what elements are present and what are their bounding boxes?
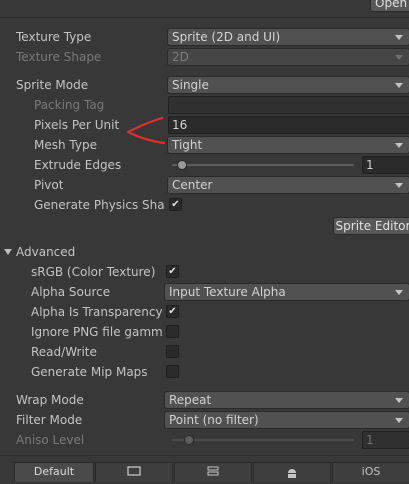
tab-standalone[interactable]	[95, 462, 173, 482]
advanced-foldout-label[interactable]: Advanced	[16, 244, 75, 260]
mesh-type-dropdown[interactable]: Tight	[167, 136, 409, 154]
extrude-edges-label: Extrude Edges	[34, 158, 122, 172]
sprite-mode-dropdown[interactable]: Single	[167, 76, 409, 94]
chevron-down-icon	[395, 183, 403, 188]
filter-mode-label: Filter Mode	[16, 413, 83, 427]
sprite-mode-label: Sprite Mode	[16, 78, 89, 92]
header-separator	[0, 17, 409, 18]
extrude-edges-input[interactable]: 1	[362, 156, 409, 174]
aniso-level-slider-track	[172, 439, 354, 441]
aniso-level-input: 1	[362, 431, 409, 449]
pixels-per-unit-input[interactable]: 16	[168, 116, 409, 134]
platform-separator	[0, 455, 409, 456]
mesh-type-label: Mesh Type	[34, 138, 97, 152]
texture-shape-dropdown: 2D	[167, 48, 409, 66]
chevron-down-icon	[395, 290, 403, 295]
wrap-mode-value: Repeat	[169, 393, 212, 407]
tab-default-label: Default	[33, 465, 75, 478]
ignore-png-gamma-label: Ignore PNG file gamma	[31, 325, 162, 339]
ignore-png-gamma-checkbox[interactable]	[166, 325, 179, 338]
tab-ios-label: iOS	[361, 465, 381, 478]
sprite-editor-button[interactable]: Sprite Editor	[333, 217, 409, 235]
mesh-type-value: Tight	[172, 138, 203, 152]
server-icon	[207, 466, 219, 476]
srgb-checkbox[interactable]: ✔	[166, 265, 179, 278]
wrap-mode-label: Wrap Mode	[16, 393, 84, 407]
aniso-level-label: Aniso Level	[16, 433, 85, 447]
chevron-down-icon	[395, 418, 403, 423]
chevron-down-icon	[395, 83, 403, 88]
chevron-down-icon	[395, 398, 403, 403]
chevron-down-icon	[395, 55, 403, 60]
alpha-source-label: Alpha Source	[31, 285, 111, 299]
red-annotation-mark	[126, 116, 166, 145]
alpha-source-value: Input Texture Alpha	[169, 285, 286, 299]
sprite-mode-value: Single	[172, 78, 209, 92]
pixels-per-unit-label: Pixels Per Unit	[34, 118, 120, 132]
texture-type-label: Texture Type	[16, 30, 92, 44]
android-icon	[288, 469, 296, 478]
wrap-mode-dropdown[interactable]: Repeat	[164, 391, 409, 409]
texture-type-value: Sprite (2D and UI)	[172, 30, 281, 44]
filter-mode-value: Point (no filter)	[169, 413, 259, 427]
alpha-source-dropdown[interactable]: Input Texture Alpha	[164, 283, 409, 301]
pivot-label: Pivot	[34, 178, 64, 192]
generate-physics-shape-checkbox[interactable]: ✔	[169, 198, 182, 211]
tab-android[interactable]	[253, 462, 331, 482]
packing-tag-label: Packing Tag	[34, 98, 105, 112]
open-button[interactable]: Open	[370, 0, 409, 12]
chevron-down-icon	[395, 35, 403, 40]
srgb-label: sRGB (Color Texture)	[31, 265, 156, 279]
read-write-label: Read/Write	[31, 345, 97, 359]
tab-default[interactable]: Default	[14, 462, 94, 482]
chevron-down-icon	[395, 143, 403, 148]
tab-ios[interactable]: iOS	[332, 462, 409, 482]
texture-type-dropdown[interactable]: Sprite (2D and UI)	[167, 28, 409, 46]
extrude-edges-slider-track[interactable]	[172, 164, 354, 166]
generate-mip-maps-label: Generate Mip Maps	[31, 365, 148, 379]
packing-tag-input	[168, 96, 409, 114]
monitor-icon	[127, 466, 141, 476]
generate-mip-maps-checkbox[interactable]	[166, 365, 179, 378]
read-write-checkbox[interactable]	[166, 345, 179, 358]
pivot-dropdown[interactable]: Center	[167, 176, 409, 194]
aniso-level-slider-thumb	[184, 435, 195, 445]
extrude-edges-slider-thumb[interactable]	[177, 160, 188, 170]
foldout-arrow-icon[interactable]	[4, 249, 12, 255]
alpha-is-transparency-checkbox[interactable]: ✔	[166, 305, 179, 318]
texture-shape-label: Texture Shape	[16, 50, 102, 64]
tab-server[interactable]	[174, 462, 252, 482]
alpha-is-transparency-label: Alpha Is Transparency	[31, 305, 163, 319]
filter-mode-dropdown[interactable]: Point (no filter)	[164, 411, 409, 429]
pivot-value: Center	[172, 178, 213, 192]
texture-shape-value: 2D	[172, 50, 189, 64]
generate-physics-shape-label: Generate Physics Shape	[34, 198, 165, 212]
